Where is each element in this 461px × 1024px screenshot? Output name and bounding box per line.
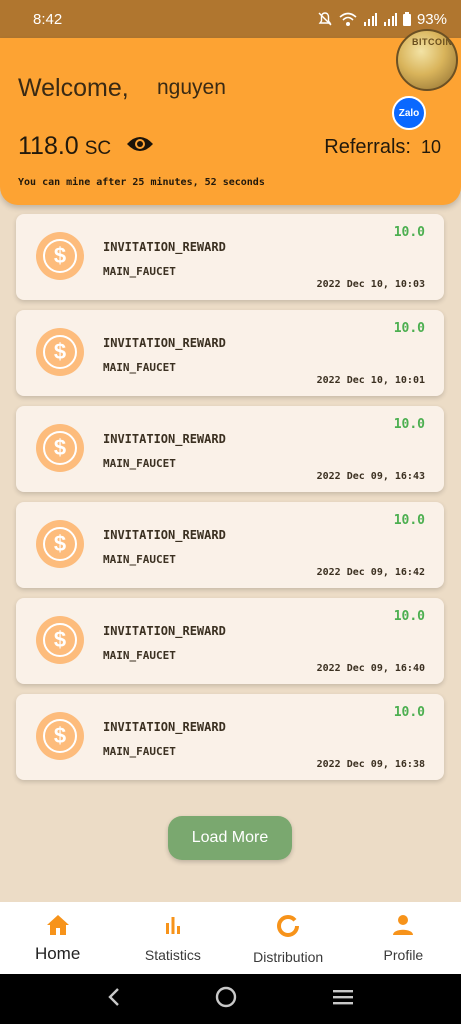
- transaction-card[interactable]: $ INVITATION_REWARD MAIN_FAUCET 10.0 202…: [16, 598, 444, 684]
- transaction-date: 2022 Dec 09, 16:42: [316, 567, 425, 578]
- status-bar: 8:42 93%: [0, 0, 461, 38]
- dollar-coin-icon: $: [36, 328, 84, 376]
- load-more-button[interactable]: Load More: [168, 816, 292, 860]
- transaction-list: $ INVITATION_REWARD MAIN_FAUCET 10.0 202…: [16, 214, 444, 790]
- mining-countdown: You can mine after 25 minutes, 52 second…: [18, 177, 265, 188]
- recents-icon[interactable]: [332, 988, 354, 1011]
- transaction-date: 2022 Dec 09, 16:38: [316, 759, 425, 770]
- bitcoin-badge-icon[interactable]: BITCOIN: [396, 29, 458, 91]
- transaction-card[interactable]: $ INVITATION_REWARD MAIN_FAUCET 10.0 202…: [16, 214, 444, 300]
- transaction-source: MAIN_FAUCET: [103, 745, 176, 758]
- balance-value: 118.0: [18, 132, 79, 160]
- eye-icon[interactable]: [126, 135, 154, 158]
- home-icon: [46, 914, 70, 939]
- transaction-type: INVITATION_REWARD: [103, 336, 226, 350]
- username: nguyen: [157, 76, 226, 99]
- zalo-label: Zalo: [398, 107, 420, 119]
- donut-icon: [276, 914, 300, 941]
- signal-icon: [363, 12, 377, 26]
- transaction-type: INVITATION_REWARD: [103, 432, 226, 446]
- home-circle-icon[interactable]: [215, 986, 237, 1013]
- nav-home[interactable]: Home: [0, 902, 115, 974]
- transaction-card[interactable]: $ INVITATION_REWARD MAIN_FAUCET 10.0 202…: [16, 406, 444, 492]
- transaction-type: INVITATION_REWARD: [103, 240, 226, 254]
- system-nav-bar: [0, 974, 461, 1024]
- transaction-source: MAIN_FAUCET: [103, 553, 176, 566]
- nav-distribution-label: Distribution: [253, 949, 324, 965]
- transaction-source: MAIN_FAUCET: [103, 649, 176, 662]
- transaction-amount: 10.0: [393, 417, 425, 432]
- dollar-coin-icon: $: [36, 520, 84, 568]
- dollar-coin-icon: $: [36, 424, 84, 472]
- transaction-source: MAIN_FAUCET: [103, 265, 176, 278]
- transaction-card[interactable]: $ INVITATION_REWARD MAIN_FAUCET 10.0 202…: [16, 502, 444, 588]
- dollar-coin-icon: $: [36, 616, 84, 664]
- referrals-label: Referrals:: [324, 136, 411, 158]
- referrals: Referrals: 10: [324, 136, 441, 159]
- transaction-date: 2022 Dec 09, 16:40: [316, 663, 425, 674]
- dollar-coin-icon: $: [36, 232, 84, 280]
- transaction-amount: 10.0: [393, 321, 425, 336]
- wifi-icon: [339, 11, 357, 27]
- battery-icon: [402, 12, 411, 26]
- zalo-icon[interactable]: Zalo: [392, 96, 426, 130]
- transaction-card[interactable]: $ INVITATION_REWARD MAIN_FAUCET 10.0 202…: [16, 694, 444, 780]
- transaction-amount: 10.0: [393, 705, 425, 720]
- referrals-count: 10: [420, 137, 441, 157]
- nav-statistics-label: Statistics: [144, 947, 201, 963]
- transaction-type: INVITATION_REWARD: [103, 624, 226, 638]
- transaction-date: 2022 Dec 10, 10:03: [316, 279, 425, 290]
- transaction-type: INVITATION_REWARD: [103, 720, 226, 734]
- nav-statistics[interactable]: Statistics: [115, 902, 230, 974]
- transaction-date: 2022 Dec 09, 16:43: [316, 471, 425, 482]
- bar-chart-icon: [162, 914, 184, 939]
- header-card: Welcome, nguyen 118.0 SC Referrals: 10 Y…: [0, 38, 461, 205]
- person-icon: [392, 914, 414, 939]
- transaction-source: MAIN_FAUCET: [103, 361, 176, 374]
- status-time: 8:42: [33, 10, 63, 28]
- transaction-card[interactable]: $ INVITATION_REWARD MAIN_FAUCET 10.0 202…: [16, 310, 444, 396]
- dollar-coin-icon: $: [36, 712, 84, 760]
- bell-off-icon: [317, 11, 333, 27]
- nav-profile-label: Profile: [383, 947, 424, 963]
- transaction-date: 2022 Dec 10, 10:01: [316, 375, 425, 386]
- transaction-amount: 10.0: [393, 513, 425, 528]
- transaction-source: MAIN_FAUCET: [103, 457, 176, 470]
- balance-unit: SC: [84, 138, 112, 159]
- welcome-text: Welcome,: [18, 74, 129, 102]
- balance: 118.0 SC: [18, 132, 111, 161]
- signal-icon: [383, 12, 397, 26]
- nav-profile[interactable]: Profile: [346, 902, 461, 974]
- badge-text: BITCOIN: [412, 37, 453, 47]
- nav-home-label: Home: [34, 944, 81, 963]
- transaction-amount: 10.0: [393, 609, 425, 624]
- transaction-type: INVITATION_REWARD: [103, 528, 226, 542]
- status-icons: 93%: [317, 11, 447, 28]
- bottom-nav: Home Statistics Distribution Profile: [0, 902, 461, 974]
- battery-percent: 93%: [416, 10, 447, 28]
- back-icon[interactable]: [107, 987, 121, 1012]
- nav-distribution[interactable]: Distribution: [231, 902, 346, 974]
- transaction-amount: 10.0: [393, 225, 425, 240]
